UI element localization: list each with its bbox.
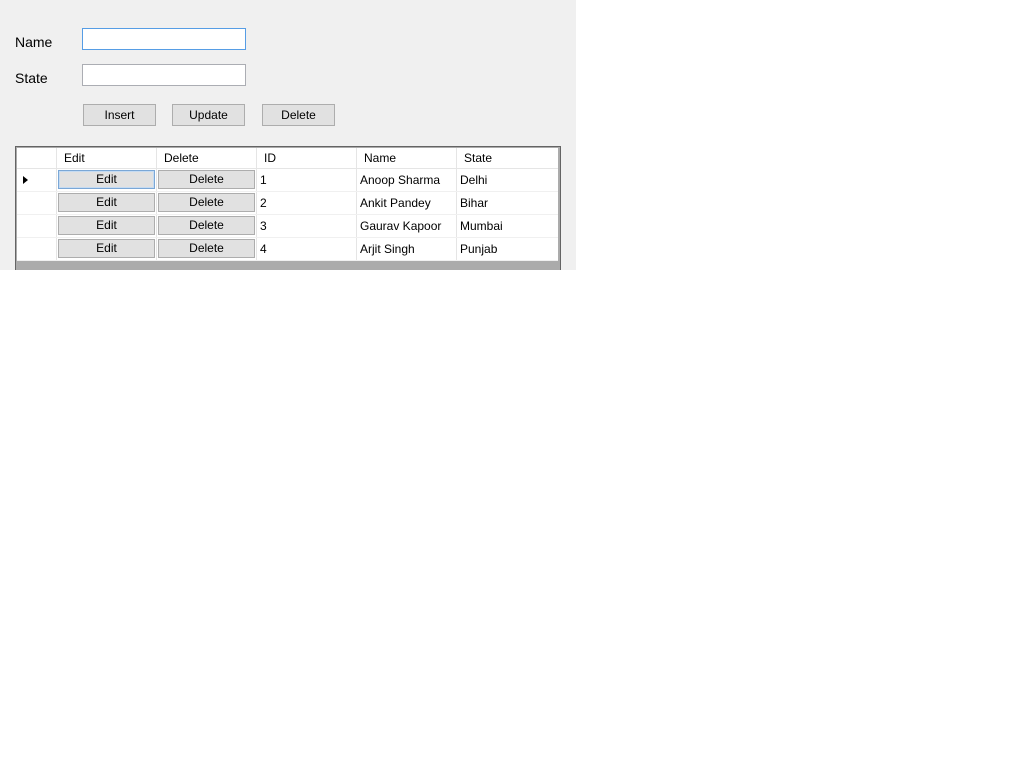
- grid-header-row: Edit Delete ID Name State: [17, 148, 558, 169]
- row-header[interactable]: [17, 238, 57, 260]
- delete-cell: Delete: [157, 192, 257, 214]
- row-edit-button[interactable]: Edit: [58, 239, 155, 258]
- edit-cell: Edit: [57, 192, 157, 214]
- column-header-id[interactable]: ID: [257, 148, 357, 168]
- edit-cell: Edit: [57, 215, 157, 237]
- id-cell[interactable]: 4: [257, 238, 357, 260]
- name-cell[interactable]: Arjit Singh: [357, 238, 457, 260]
- row-edit-button[interactable]: Edit: [58, 216, 155, 235]
- state-input[interactable]: [82, 64, 246, 86]
- name-cell[interactable]: Gaurav Kapoor: [357, 215, 457, 237]
- edit-cell: Edit: [57, 169, 157, 191]
- current-row-arrow-icon: [23, 176, 28, 184]
- name-label: Name: [15, 34, 53, 50]
- table-row[interactable]: Edit Delete 2 Ankit Pandey Bihar: [17, 192, 558, 215]
- column-header-name[interactable]: Name: [357, 148, 457, 168]
- form-window: Name State Insert Update Delete Edit Del…: [0, 0, 576, 270]
- state-label: State: [15, 70, 48, 86]
- column-header-delete[interactable]: Delete: [157, 148, 257, 168]
- table-row[interactable]: Edit Delete 4 Arjit Singh Punjab: [17, 238, 558, 261]
- column-header-edit[interactable]: Edit: [57, 148, 157, 168]
- delete-cell: Delete: [157, 238, 257, 260]
- id-cell[interactable]: 1: [257, 169, 357, 191]
- row-header[interactable]: [17, 192, 57, 214]
- name-cell[interactable]: Ankit Pandey: [357, 192, 457, 214]
- state-cell[interactable]: Delhi: [457, 169, 558, 191]
- delete-cell: Delete: [157, 169, 257, 191]
- row-delete-button[interactable]: Delete: [158, 239, 255, 258]
- row-header[interactable]: [17, 169, 57, 191]
- row-delete-button[interactable]: Delete: [158, 216, 255, 235]
- id-cell[interactable]: 2: [257, 192, 357, 214]
- edit-cell: Edit: [57, 238, 157, 260]
- row-edit-button[interactable]: Edit: [58, 193, 155, 212]
- column-header-state[interactable]: State: [457, 148, 558, 168]
- data-grid-body: Edit Delete ID Name State Edit Delete 1 …: [17, 148, 558, 261]
- delete-cell: Delete: [157, 215, 257, 237]
- state-cell[interactable]: Punjab: [457, 238, 558, 260]
- name-input[interactable]: [82, 28, 246, 50]
- data-grid[interactable]: Edit Delete ID Name State Edit Delete 1 …: [15, 146, 561, 270]
- state-cell[interactable]: Bihar: [457, 192, 558, 214]
- row-delete-button[interactable]: Delete: [158, 193, 255, 212]
- update-button[interactable]: Update: [172, 104, 245, 126]
- name-cell[interactable]: Anoop Sharma: [357, 169, 457, 191]
- row-header[interactable]: [17, 215, 57, 237]
- table-row[interactable]: Edit Delete 3 Gaurav Kapoor Mumbai: [17, 215, 558, 238]
- row-edit-button[interactable]: Edit: [58, 170, 155, 189]
- insert-button[interactable]: Insert: [83, 104, 156, 126]
- table-row[interactable]: Edit Delete 1 Anoop Sharma Delhi: [17, 169, 558, 192]
- row-delete-button[interactable]: Delete: [158, 170, 255, 189]
- state-cell[interactable]: Mumbai: [457, 215, 558, 237]
- id-cell[interactable]: 3: [257, 215, 357, 237]
- row-header-corner[interactable]: [17, 148, 57, 168]
- delete-button[interactable]: Delete: [262, 104, 335, 126]
